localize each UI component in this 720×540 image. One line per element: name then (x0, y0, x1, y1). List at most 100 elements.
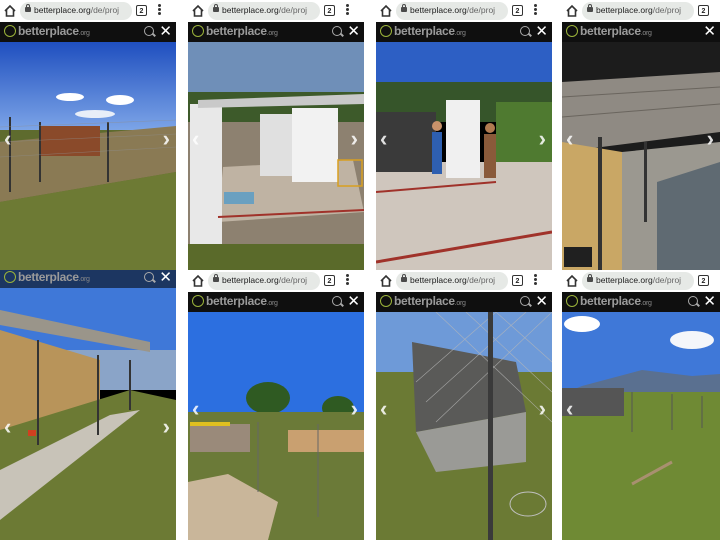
more-vert-icon[interactable] (533, 3, 537, 19)
previous-photo-button[interactable]: ‹ (380, 128, 387, 150)
tab-switcher-icon[interactable]: 2 (512, 275, 523, 286)
tab-switcher-icon[interactable]: 2 (698, 5, 709, 16)
url-path: /de/proj (652, 275, 682, 285)
tab-switcher-icon[interactable]: 2 (512, 5, 523, 16)
browser-url-bar: betterplace.org/de/proj 2 (562, 270, 720, 292)
screenshot-tile-5: betterplace.org ✕ ‹ › (0, 270, 176, 540)
next-photo-button[interactable]: › (539, 128, 546, 150)
tab-switcher-icon[interactable]: 2 (136, 5, 147, 16)
more-vert-icon[interactable] (345, 273, 349, 289)
close-icon[interactable]: ✕ (347, 293, 360, 311)
site-header: betterplace.org ✕ (188, 22, 364, 42)
url-path: /de/proj (90, 5, 120, 15)
tab-switcher-icon[interactable]: 2 (324, 275, 335, 286)
close-icon[interactable]: ✕ (703, 293, 716, 311)
site-brand[interactable]: betterplace.org (394, 294, 466, 308)
url-domain: betterplace.org (410, 5, 467, 15)
browser-url-bar: betterplace.org/de/proj 2 (376, 0, 552, 22)
close-icon[interactable]: ✕ (347, 23, 360, 41)
previous-photo-button[interactable]: ‹ (4, 416, 11, 438)
site-brand[interactable]: betterplace.org (580, 24, 652, 38)
previous-photo-button[interactable]: ‹ (192, 128, 199, 150)
next-photo-button[interactable]: › (351, 128, 358, 150)
url-field[interactable]: betterplace.org/de/proj (396, 272, 508, 290)
previous-photo-button[interactable]: ‹ (4, 128, 11, 150)
browser-url-bar: betterplace.org/de/proj 2 (376, 270, 552, 292)
site-brand[interactable]: betterplace.org (580, 294, 652, 308)
betterplace-logo-icon (380, 25, 392, 37)
screenshot-tile-2: betterplace.org/de/proj 2 betterplace.or… (188, 0, 364, 270)
close-icon[interactable]: ✕ (535, 23, 548, 41)
close-icon[interactable]: ✕ (535, 293, 548, 311)
site-header: betterplace.org ✕ (0, 22, 176, 42)
search-icon[interactable] (520, 296, 530, 306)
home-icon[interactable] (566, 4, 578, 18)
close-icon[interactable]: ✕ (159, 270, 172, 287)
url-field[interactable]: betterplace.org/de/proj (208, 272, 320, 290)
url-domain: betterplace.org (222, 275, 279, 285)
next-photo-button[interactable]: › (539, 398, 546, 420)
photo-mountain-field (562, 312, 720, 540)
close-icon[interactable]: ✕ (703, 23, 716, 41)
search-icon[interactable] (332, 26, 342, 36)
url-path: /de/proj (466, 275, 496, 285)
home-icon[interactable] (4, 4, 16, 18)
home-icon[interactable] (192, 4, 204, 18)
previous-photo-button[interactable]: ‹ (566, 398, 573, 420)
previous-photo-button[interactable]: ‹ (192, 398, 199, 420)
lock-icon (25, 4, 31, 12)
site-brand[interactable]: betterplace.org (18, 270, 90, 284)
site-header: betterplace.org ✕ (562, 22, 720, 42)
betterplace-logo-icon (4, 271, 16, 283)
tab-switcher-icon[interactable]: 2 (324, 5, 335, 16)
url-field[interactable]: betterplace.org/de/proj (582, 272, 694, 290)
more-vert-icon[interactable] (345, 3, 349, 19)
next-photo-button[interactable]: › (351, 398, 358, 420)
lock-icon (213, 274, 219, 282)
betterplace-logo-icon (566, 25, 578, 37)
more-vert-icon[interactable] (533, 273, 537, 289)
home-icon[interactable] (192, 274, 204, 288)
lock-icon (587, 274, 593, 282)
next-photo-button[interactable]: › (707, 128, 714, 150)
screenshot-tile-7: betterplace.org/de/proj 2 betterplace.or… (376, 270, 552, 540)
previous-photo-button[interactable]: ‹ (566, 128, 573, 150)
url-field[interactable]: betterplace.org/de/proj (20, 2, 132, 20)
url-field[interactable]: betterplace.org/de/proj (582, 2, 694, 20)
home-icon[interactable] (380, 4, 392, 18)
search-icon[interactable] (144, 272, 154, 282)
photo-covered-walkway (562, 42, 720, 270)
site-brand[interactable]: betterplace.org (206, 294, 278, 308)
url-path: /de/proj (652, 5, 682, 15)
lock-icon (401, 274, 407, 282)
close-icon[interactable]: ✕ (159, 23, 172, 41)
url-domain: betterplace.org (410, 275, 467, 285)
url-path: /de/proj (466, 5, 496, 15)
url-field[interactable]: betterplace.org/de/proj (396, 2, 508, 20)
tab-switcher-icon[interactable]: 2 (698, 275, 709, 286)
site-header: betterplace.org ✕ (376, 22, 552, 42)
url-field[interactable]: betterplace.org/de/proj (208, 2, 320, 20)
url-domain: betterplace.org (596, 5, 653, 15)
site-brand[interactable]: betterplace.org (18, 24, 90, 38)
photo-kennel-panels (188, 42, 364, 270)
screenshot-tile-6: betterplace.org/de/proj 2 betterplace.or… (188, 270, 364, 540)
screenshot-tile-8: betterplace.org/de/proj 2 betterplace.or… (562, 270, 720, 540)
search-icon[interactable] (520, 26, 530, 36)
photo-fence-field (0, 42, 176, 270)
next-photo-button[interactable]: › (163, 416, 170, 438)
search-icon[interactable] (144, 26, 154, 36)
browser-url-bar: betterplace.org/de/proj 2 (188, 0, 364, 22)
search-icon[interactable] (688, 296, 698, 306)
next-photo-button[interactable]: › (163, 128, 170, 150)
home-icon[interactable] (566, 274, 578, 288)
more-vert-icon[interactable] (157, 3, 161, 19)
site-header: betterplace.org ✕ (376, 292, 552, 312)
search-icon[interactable] (332, 296, 342, 306)
previous-photo-button[interactable]: ‹ (380, 398, 387, 420)
home-icon[interactable] (380, 274, 392, 288)
site-brand[interactable]: betterplace.org (206, 24, 278, 38)
browser-url-bar: betterplace.org/de/proj 2 (562, 0, 720, 22)
site-brand[interactable]: betterplace.org (394, 24, 466, 38)
url-path: /de/proj (278, 5, 308, 15)
